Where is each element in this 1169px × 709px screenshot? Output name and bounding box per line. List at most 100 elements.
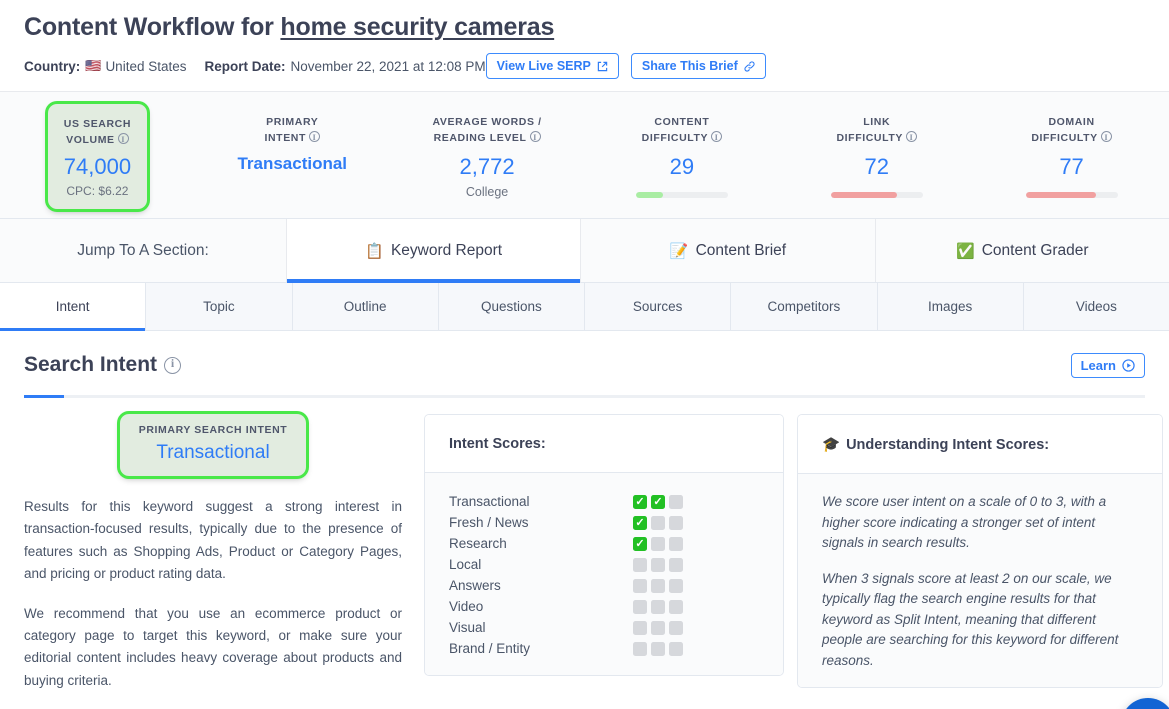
info-icon[interactable] <box>711 129 723 145</box>
external-link-icon <box>597 61 608 72</box>
understanding-intent-column: 🎓 Understanding Intent Scores: We score … <box>797 414 1163 688</box>
intent-scores-column: Intent Scores: Transactional Fresh / News… <box>424 414 784 676</box>
jump-tab-label: Keyword Report <box>390 241 503 259</box>
metric-us-search-volume: US SEARCH VOLUME 74,000 CPC: $6.22 <box>0 98 195 209</box>
tab-videos[interactable]: Videos <box>1023 283 1169 330</box>
metric-domain-difficulty: DOMAIN DIFFICULTY 77 <box>974 98 1169 198</box>
share-this-brief-button[interactable]: Share This Brief <box>630 53 766 79</box>
jump-tab-content-brief[interactable]: 📝 Content Brief <box>581 219 876 282</box>
jump-tab-content-grader[interactable]: ✅ Content Grader <box>875 219 1169 282</box>
intent-score-row: Visual <box>449 617 759 638</box>
score-box-filled <box>633 536 647 551</box>
score-box-filled <box>651 494 665 509</box>
difficulty-bar <box>635 192 728 198</box>
link-chain-icon <box>744 60 755 72</box>
score-box-filled <box>633 494 647 509</box>
keyword-report-subtabs: Intent Topic Outline Questions Sources C… <box>0 283 1169 331</box>
metric-label-line1: CONTENT <box>654 116 710 128</box>
intent-score-boxes <box>633 620 759 635</box>
score-box-empty <box>633 599 647 614</box>
intent-columns: PRIMARY SEARCH INTENT Transactional Resu… <box>24 414 1163 692</box>
graduation-cap-icon: 🎓 <box>822 437 841 453</box>
intent-paragraph-1: Results for this keyword suggest a stron… <box>24 499 402 582</box>
country-value: United States <box>105 58 187 74</box>
score-box-empty <box>651 578 665 593</box>
info-icon[interactable] <box>309 129 320 145</box>
metric-label: DOMAIN DIFFICULTY <box>1031 114 1112 146</box>
score-box-empty <box>669 599 683 614</box>
score-box-empty <box>633 620 647 635</box>
tab-sources[interactable]: Sources <box>585 283 732 330</box>
metric-label-line1: AVERAGE WORDS / <box>432 116 542 128</box>
info-icon[interactable] <box>905 129 917 145</box>
score-box-empty <box>651 641 665 656</box>
info-icon[interactable] <box>1100 129 1112 145</box>
understanding-intent-title: 🎓 Understanding Intent Scores: <box>798 415 1162 474</box>
view-live-serp-button[interactable]: View Live SERP <box>485 53 619 79</box>
intent-scores-panel: Intent Scores: Transactional Fresh / News… <box>424 414 784 676</box>
metric-value: Transactional <box>237 154 348 173</box>
jump-to-section-label: Jump To A Section: <box>0 219 287 282</box>
score-box-empty <box>633 641 647 656</box>
intent-score-label: Research <box>449 536 507 551</box>
intercom-chat-button[interactable] <box>1121 698 1169 709</box>
intent-score-row: Fresh / News <box>449 512 759 533</box>
page-title: Content Workflow for home security camer… <box>24 10 1145 44</box>
intent-score-row: Brand / Entity <box>449 638 759 659</box>
metric-label-line2: READING LEVEL <box>433 132 527 144</box>
play-circle-icon <box>1122 359 1135 372</box>
metric-average-words-reading-level: AVERAGE WORDS / READING LEVEL 2,772 Coll… <box>390 98 585 199</box>
country-label: Country: <box>24 58 81 74</box>
score-box-empty <box>651 557 665 572</box>
tab-images[interactable]: Images <box>877 283 1024 330</box>
metric-label-line2: INTENT <box>264 132 306 144</box>
intent-score-label: Video <box>449 599 484 614</box>
intent-score-label: Brand / Entity <box>449 641 531 656</box>
info-icon[interactable] <box>117 131 129 147</box>
metric-label-line1: PRIMARY <box>266 116 319 128</box>
intent-score-label: Answers <box>449 578 501 593</box>
score-box-empty <box>651 515 665 530</box>
tab-questions[interactable]: Questions <box>438 283 585 330</box>
intent-paragraph-2: We recommend that you use an ecommerce p… <box>24 605 402 688</box>
metric-label-line2: DIFFICULTY <box>641 132 709 144</box>
score-box-empty <box>669 515 683 530</box>
intent-score-row: Answers <box>449 575 759 596</box>
info-icon[interactable] <box>164 356 182 374</box>
metric-value: 2,772 <box>459 154 515 179</box>
score-box-empty <box>669 494 683 509</box>
info-icon[interactable] <box>529 129 541 145</box>
intent-score-boxes <box>633 578 759 593</box>
metric-value: 29 <box>669 154 695 179</box>
score-box-empty <box>651 620 665 635</box>
difficulty-bar <box>1025 192 1118 198</box>
intent-summary-column: PRIMARY SEARCH INTENT Transactional Resu… <box>24 414 402 692</box>
jump-to-section-bar: Jump To A Section: 📋 Keyword Report 📝 Co… <box>0 219 1169 283</box>
metric-label: CONTENT DIFFICULTY <box>641 114 723 146</box>
primary-search-intent-badge: PRIMARY SEARCH INTENT Transactional <box>120 414 306 476</box>
metric-subvalue: College <box>465 185 509 199</box>
tab-topic[interactable]: Topic <box>146 283 293 330</box>
intent-scores-list: Transactional Fresh / News Research Local An… <box>425 473 783 675</box>
page-header: Content Workflow for home security camer… <box>0 0 1169 91</box>
intent-score-label: Transactional <box>449 494 530 509</box>
page-title-keyword: home security cameras <box>280 13 555 41</box>
score-box-filled <box>633 515 647 530</box>
metric-label-line1: US SEARCH <box>63 118 132 130</box>
primary-search-intent-label: PRIMARY SEARCH INTENT <box>138 424 288 436</box>
metric-primary-intent: PRIMARY INTENT Transactional <box>195 98 390 174</box>
metric-label: AVERAGE WORDS / READING LEVEL <box>432 114 541 146</box>
us-flag-icon: 🇺🇸 <box>85 58 102 73</box>
intent-score-label: Visual <box>449 620 486 635</box>
tab-outline[interactable]: Outline <box>292 283 439 330</box>
intent-score-boxes <box>633 494 759 509</box>
learn-button[interactable]: Learn <box>1070 353 1145 378</box>
tab-competitors[interactable]: Competitors <box>731 283 878 330</box>
jump-tab-keyword-report[interactable]: 📋 Keyword Report <box>287 219 582 283</box>
metric-label: PRIMARY INTENT <box>264 114 320 146</box>
report-date-value: November 22, 2021 at 12:08 PM <box>290 58 486 74</box>
intent-score-boxes <box>633 536 759 551</box>
score-box-empty <box>669 578 683 593</box>
intent-score-row: Research <box>449 533 759 554</box>
tab-intent[interactable]: Intent <box>0 283 147 331</box>
